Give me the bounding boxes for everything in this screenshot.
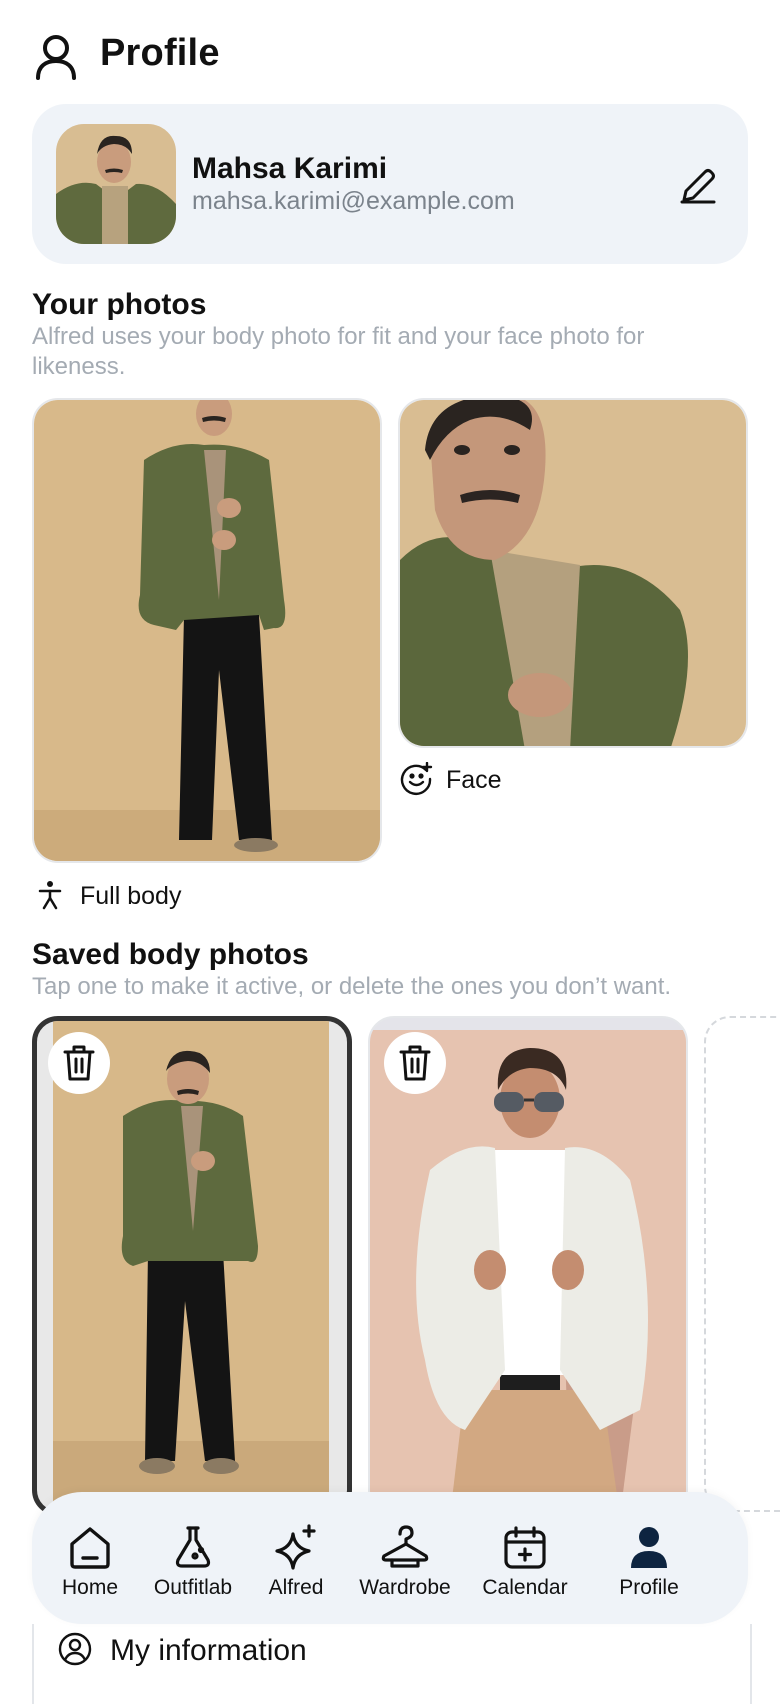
nav-label-profile: Profile [619, 1576, 679, 1599]
face-smile-plus-icon [400, 762, 433, 795]
hanger-icon [381, 1525, 429, 1568]
nav-item-wardrobe[interactable]: Wardrobe [350, 1492, 460, 1624]
user-filled-icon [631, 1527, 667, 1568]
nav-item-outfitlab[interactable]: Outfitlab [138, 1492, 248, 1624]
nav-label-home: Home [61, 1576, 119, 1599]
home-icon [70, 1527, 110, 1569]
page-title: Profile [100, 32, 220, 74]
saved-body-photos-subtitle: Tap one to make it active, or delete the… [32, 973, 672, 1000]
full-body-label: Full body [80, 882, 182, 910]
face-photo[interactable] [398, 398, 748, 748]
accessibility-icon [38, 881, 62, 910]
saved-body-photos-title: Saved body photos [32, 938, 309, 971]
nav-label-outfitlab: Outfitlab [153, 1576, 233, 1599]
user-outline-icon [36, 35, 76, 80]
sparkles-icon [275, 1524, 316, 1570]
add-saved-photo-placeholder[interactable] [704, 1016, 780, 1512]
profile-email: mahsa.karimi@example.com [192, 187, 515, 215]
delete-saved-photo-button[interactable] [48, 1032, 110, 1094]
trash-icon [399, 1045, 431, 1081]
your-photos-subtitle-line1: Alfred uses your body photo for fit and … [32, 323, 645, 350]
trash-icon [63, 1045, 95, 1081]
nav-item-alfred[interactable]: Alfred [241, 1492, 351, 1624]
nav-label-alfred: Alfred [268, 1576, 324, 1599]
delete-saved-photo-button[interactable] [384, 1032, 446, 1094]
your-photos-title: Your photos [32, 288, 207, 321]
bottom-nav: Home Outfitlab Alfred Wardrobe Calendar … [32, 1492, 748, 1624]
flask-icon [175, 1526, 211, 1568]
nav-item-home[interactable]: Home [35, 1492, 145, 1624]
nav-label-wardrobe: Wardrobe [359, 1576, 451, 1599]
pencil-icon[interactable] [676, 164, 720, 208]
my-information-label: My information [110, 1634, 307, 1667]
face-label: Face [446, 766, 502, 794]
full-body-photo[interactable] [32, 398, 382, 863]
saved-photo-card[interactable] [368, 1016, 688, 1516]
your-photos-subtitle-line2: likeness. [32, 353, 126, 380]
calendar-plus-icon [504, 1526, 546, 1569]
avatar[interactable] [56, 124, 176, 244]
profile-name: Mahsa Karimi [192, 152, 388, 185]
nav-item-profile[interactable]: Profile [594, 1492, 704, 1624]
saved-photo-card-active[interactable] [32, 1016, 352, 1516]
nav-item-calendar[interactable]: Calendar [470, 1492, 580, 1624]
user-circle-icon [58, 1632, 92, 1666]
nav-label-calendar: Calendar [482, 1576, 568, 1599]
